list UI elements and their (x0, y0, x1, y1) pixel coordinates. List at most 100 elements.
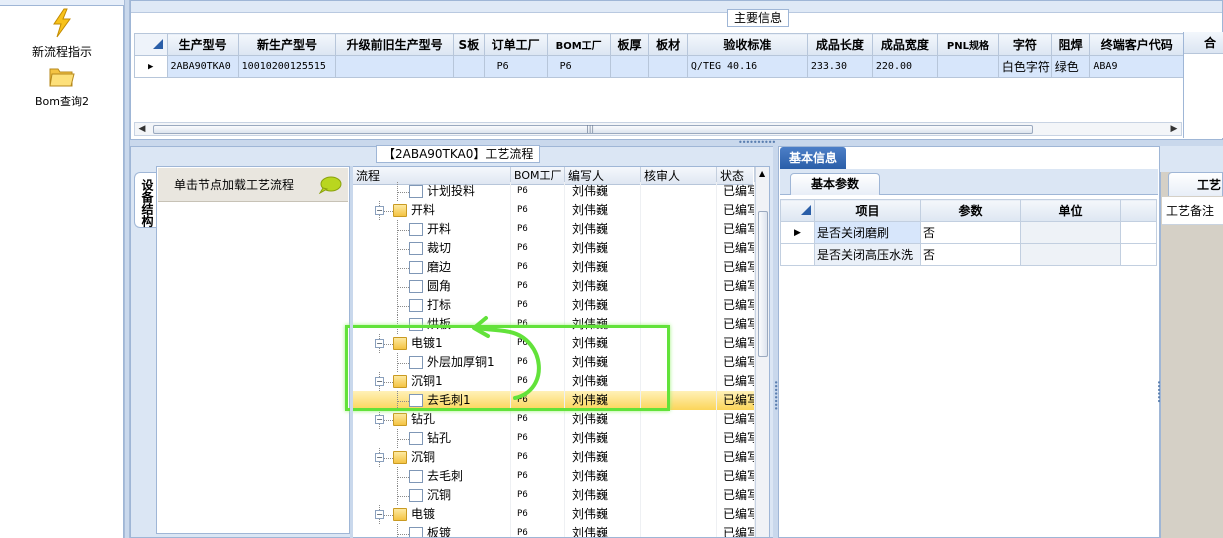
table-cell[interactable]: 233.30 (806, 55, 873, 78)
document-icon (409, 470, 423, 483)
table-cell[interactable] (335, 55, 455, 78)
scroll-up-icon[interactable]: ▲ (759, 169, 765, 178)
tree-cell-factory: P6 (517, 486, 565, 505)
col-header[interactable]: 阻焊 (1050, 33, 1091, 56)
table-cell[interactable]: 否 (920, 221, 1021, 244)
tree-cell-factory: P6 (517, 429, 565, 448)
scroll-thumb[interactable] (758, 211, 768, 357)
tree-row[interactable]: 圆角 P6 刘伟巍 已编写 (353, 277, 755, 296)
col-header[interactable]: BOM工厂 (546, 33, 611, 56)
table-cell[interactable] (609, 55, 650, 78)
tree-row[interactable]: 磨边 P6 刘伟巍 已编写 (353, 258, 755, 277)
tree-row[interactable]: 计划投料 P6 刘伟巍 已编写 (353, 182, 755, 201)
tree-line (397, 287, 409, 288)
tab-device-structure[interactable]: 设备结构 (134, 172, 156, 228)
col-header[interactable]: PNL规格 (936, 33, 999, 56)
table-cell[interactable]: P6 (483, 55, 548, 78)
tree-cell-writer: 刘伟巍 (572, 467, 641, 486)
tree-row[interactable]: − 沉铜 P6 刘伟巍 已编写 (353, 448, 755, 467)
tree-row[interactable]: 开料 P6 刘伟巍 已编写 (353, 220, 755, 239)
table-cell[interactable] (648, 55, 688, 78)
table-cell[interactable] (1020, 221, 1121, 244)
tree-row[interactable]: − 开料 P6 刘伟巍 已编写 (353, 201, 755, 220)
folder-icon (393, 204, 407, 217)
tab-basic-params[interactable]: 基本参数 (790, 173, 880, 195)
table-cell[interactable]: ABA9 (1089, 55, 1184, 78)
tree-row[interactable]: 沉铜 P6 刘伟巍 已编写 (353, 486, 755, 505)
col-header-item[interactable]: 项目 (814, 199, 921, 222)
tree-cell-reviewer (645, 467, 717, 486)
tree-line (397, 230, 409, 231)
table-row[interactable]: ▶ 是否关闭磨刷 否 (780, 221, 1157, 244)
table-cell[interactable]: 绿色 (1050, 55, 1091, 78)
grid-corner[interactable] (780, 199, 815, 222)
grid-corner[interactable] (134, 33, 168, 56)
tree-cell-writer: 刘伟巍 (572, 524, 641, 537)
tab-basic-info[interactable]: 基本信息 (780, 147, 846, 169)
table-cell[interactable]: Q/TEG 40.16 (686, 55, 808, 78)
table-row[interactable]: ▶ 2ABA90TKA0 10010200125515 P6 P6 Q/TEG … (134, 55, 1184, 78)
table-cell[interactable] (1020, 243, 1121, 266)
process-title: 【2ABA90TKA0】工艺流程 (376, 145, 541, 163)
sidebar-item-bom-query[interactable]: Bom查询2 (0, 64, 124, 109)
collapse-toggle-icon[interactable]: − (375, 453, 384, 462)
sidebar-item-new-process[interactable]: 新流程指示 (0, 8, 124, 60)
tree-row[interactable]: 钻孔 P6 刘伟巍 已编写 (353, 429, 755, 448)
tree-cell-status: 已编写 (723, 505, 755, 524)
tree-cell-writer: 刘伟巍 (572, 505, 641, 524)
table-cell[interactable]: 是否关闭磨刷 (814, 221, 921, 244)
collapse-toggle-icon[interactable]: − (375, 510, 384, 519)
table-cell[interactable] (936, 55, 999, 78)
tree-row[interactable]: 板镀 P6 刘伟巍 已编写 (353, 524, 755, 537)
scroll-left-icon[interactable]: ◀ (135, 123, 149, 135)
left-vsplitter[interactable] (350, 166, 353, 538)
col-header-unit[interactable]: 单位 (1020, 199, 1121, 222)
table-cell[interactable]: 2ABA90TKA0 (166, 55, 239, 78)
tree-cell-status: 已编写 (723, 182, 755, 201)
sidebar-top-tab[interactable] (0, 0, 124, 6)
tree-row[interactable]: 裁切 P6 刘伟巍 已编写 (353, 239, 755, 258)
tree-cell-writer: 刘伟巍 (572, 448, 641, 467)
folder-icon (393, 451, 407, 464)
col-header-param[interactable]: 参数 (920, 199, 1021, 222)
tree-cell-factory: P6 (517, 505, 565, 524)
table-cell[interactable] (453, 55, 485, 78)
table-cell[interactable]: 10010200125515 (237, 55, 337, 78)
table-cell[interactable]: 220.00 (871, 55, 938, 78)
tree-vscrollbar[interactable]: ▲ (755, 167, 769, 537)
col-header[interactable]: 新生产型号 (237, 33, 337, 56)
row-indicator-icon: ▶ (780, 221, 815, 244)
col-header[interactable]: 成品宽度 (871, 33, 938, 56)
tree-cell-writer: 刘伟巍 (572, 410, 641, 429)
table-cell[interactable]: 是否关闭高压水洗 (814, 243, 921, 266)
col-header[interactable]: S板 (453, 33, 485, 56)
tab-process-notes[interactable]: 工艺 (1168, 172, 1223, 196)
tree-row[interactable]: − 钻孔 P6 刘伟巍 已编写 (353, 410, 755, 429)
col-header[interactable]: 字符 (997, 33, 1052, 56)
tree-cell-factory: P6 (517, 220, 565, 239)
collapse-toggle-icon[interactable]: − (375, 415, 384, 424)
table-cell[interactable]: P6 (546, 55, 611, 78)
col-header[interactable]: 板材 (648, 33, 688, 56)
table-row[interactable]: 是否关闭高压水洗 否 (780, 243, 1157, 266)
tree-cell-writer: 刘伟巍 (572, 296, 641, 315)
col-header[interactable]: 板厚 (609, 33, 650, 56)
table-cell[interactable]: 否 (920, 243, 1021, 266)
collapse-toggle-icon[interactable]: − (375, 206, 384, 215)
tree-cell-factory: P6 (517, 239, 565, 258)
col-header[interactable]: 终端客户代码 (1089, 33, 1184, 56)
table-cell[interactable]: 白色字符 (997, 55, 1052, 78)
tree-cell-reviewer (645, 277, 717, 296)
col-header[interactable]: 生产型号 (166, 33, 239, 56)
scroll-thumb[interactable]: ||| (153, 124, 1033, 134)
col-header[interactable]: 验收标准 (686, 33, 808, 56)
col-header[interactable]: 升级前旧生产型号 (335, 33, 455, 56)
col-header-overflow[interactable]: 合 (1184, 32, 1223, 54)
tree-row[interactable]: 去毛刺 P6 刘伟巍 已编写 (353, 467, 755, 486)
col-header[interactable]: 订单工厂 (483, 33, 548, 56)
speech-bubble-icon[interactable] (318, 176, 342, 194)
scroll-right-icon[interactable]: ▶ (1167, 123, 1181, 135)
tree-row[interactable]: − 电镀 P6 刘伟巍 已编写 (353, 505, 755, 524)
main-grid-hscrollbar[interactable]: ◀ ||| ▶ (134, 122, 1182, 136)
col-header[interactable]: 成品长度 (806, 33, 873, 56)
